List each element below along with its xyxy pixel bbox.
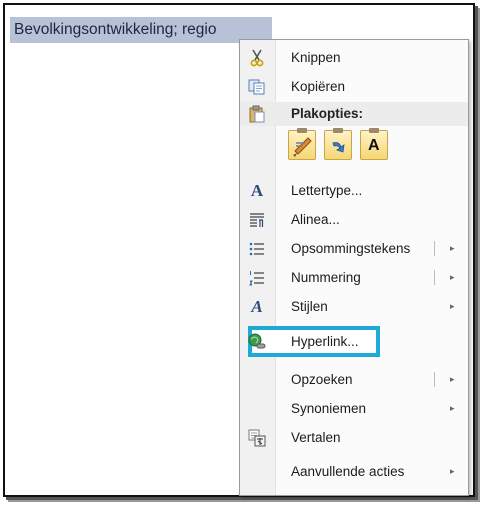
menu-item-translate[interactable]: Vertalen — [240, 424, 468, 451]
submenu-arrow-icon[interactable]: ▸ — [450, 264, 455, 291]
font-icon: A — [250, 181, 264, 200]
scissors-icon — [248, 49, 266, 67]
menu-item-label: Knippen — [291, 50, 341, 65]
paste-keep-source-button[interactable] — [288, 128, 316, 160]
menu-item-hyperlink[interactable]: Hyperlink... — [240, 328, 468, 355]
menu-item-paragraph[interactable]: Alinea... — [240, 206, 468, 233]
copy-icon — [248, 78, 266, 96]
document-frame: Bevolkingsontwikkeling; regio Knippen Ko… — [3, 3, 475, 497]
submenu-arrow-icon: ▸ — [450, 466, 455, 476]
submenu-arrow-icon: ▸ — [450, 301, 455, 311]
submenu-separator — [434, 270, 435, 285]
numbering-icon — [248, 269, 266, 287]
menu-item-additional-actions[interactable]: Aanvullende acties ▸ — [240, 458, 468, 485]
menu-item-label: Synoniemen — [291, 401, 367, 416]
menu-item-label: Alinea... — [291, 212, 340, 227]
menu-item-label: Lettertype... — [291, 183, 363, 198]
menu-item-styles[interactable]: A Stijlen ▸ — [240, 293, 468, 320]
menu-item-bullets[interactable]: Opsommingstekens ▸ — [240, 235, 468, 262]
hyperlink-icon — [248, 333, 266, 351]
submenu-arrow-icon[interactable]: ▸ — [450, 366, 455, 393]
menu-item-copy[interactable]: Kopiëren — [240, 73, 468, 100]
selected-text[interactable]: Bevolkingsontwikkeling; regio — [10, 17, 272, 43]
paste-merge-button[interactable] — [324, 128, 352, 160]
menu-item-font[interactable]: A Lettertype... — [240, 177, 468, 204]
submenu-arrow-icon[interactable]: ▸ — [450, 235, 455, 262]
menu-item-synonyms[interactable]: Synoniemen ▸ — [240, 395, 468, 422]
menu-item-label: Kopiëren — [291, 79, 346, 94]
menu-item-cut[interactable]: Knippen — [240, 44, 468, 71]
menu-item-label: Opzoeken — [291, 372, 353, 387]
menu-item-label: Stijlen — [291, 299, 328, 314]
styles-icon: A — [251, 297, 263, 316]
menu-item-lookup[interactable]: Opzoeken ▸ — [240, 366, 468, 393]
paste-text-only-button[interactable]: A — [360, 128, 388, 160]
menu-item-numbering[interactable]: Nummering ▸ — [240, 264, 468, 291]
paste-icon — [248, 105, 266, 123]
menu-item-label: Vertalen — [291, 430, 341, 445]
menu-item-label: Nummering — [291, 270, 361, 285]
paste-options-label: Plakopties: — [291, 106, 364, 121]
translate-icon — [248, 429, 266, 447]
merge-paste-icon — [332, 142, 345, 153]
menu-item-label: Opsommingstekens — [291, 241, 411, 256]
context-menu: Knippen Kopiëren Plakopties: A A Lettert… — [239, 39, 469, 496]
submenu-arrow-icon: ▸ — [450, 403, 455, 413]
brush-paste-icon — [293, 137, 312, 157]
text-only-paste-icon: A — [368, 137, 380, 154]
menu-item-label: Hyperlink... — [291, 334, 359, 349]
bullets-icon — [248, 240, 266, 258]
submenu-separator — [434, 241, 435, 256]
submenu-separator — [434, 372, 435, 387]
paste-options-header: Plakopties: — [240, 102, 468, 126]
menu-item-label: Aanvullende acties — [291, 464, 405, 479]
paragraph-icon — [248, 211, 266, 229]
